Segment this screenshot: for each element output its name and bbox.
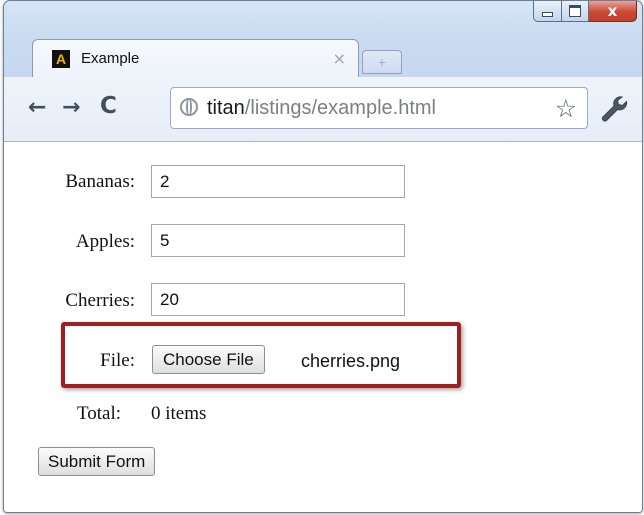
cherries-label: Cherries: xyxy=(65,290,135,311)
tab-example[interactable]: A Example × xyxy=(32,39,359,78)
minimize-icon xyxy=(542,11,553,17)
forward-arrow-icon[interactable]: → xyxy=(62,97,80,119)
globe-icon xyxy=(180,98,198,116)
choose-file-button[interactable]: Choose File xyxy=(152,345,265,374)
back-arrow-icon[interactable]: ← xyxy=(28,97,46,119)
tab-title: Example xyxy=(81,50,140,67)
page-content: Bananas: 2 Apples: 5 Cherries: 20 File: … xyxy=(4,142,642,512)
browser-window: x A Example × + ← → C titan/listings/exa… xyxy=(3,0,643,513)
file-label: File: xyxy=(100,350,135,371)
wrench-icon[interactable] xyxy=(598,93,628,123)
reload-icon[interactable]: C xyxy=(100,95,117,118)
maximize-button[interactable] xyxy=(562,1,589,22)
cherries-input[interactable]: 20 xyxy=(151,283,405,316)
address-bar[interactable]: titan/listings/example.html ☆ xyxy=(170,87,588,129)
url-text[interactable]: titan/listings/example.html xyxy=(207,97,436,120)
url-host: titan xyxy=(207,97,245,119)
apples-input[interactable]: 5 xyxy=(151,224,405,257)
total-value: 0 items xyxy=(151,403,207,424)
maximize-icon xyxy=(569,5,581,17)
selected-file-name: cherries.png xyxy=(301,351,401,371)
bananas-input[interactable]: 2 xyxy=(151,165,405,198)
plus-icon: + xyxy=(377,54,387,70)
url-path: /listings/example.html xyxy=(244,97,436,119)
bookmark-star-icon[interactable]: ☆ xyxy=(555,94,577,123)
close-window-button[interactable]: x xyxy=(589,1,637,22)
submit-form-button[interactable]: Submit Form xyxy=(38,447,156,476)
new-tab-button[interactable]: + xyxy=(362,50,402,74)
apples-label: Apples: xyxy=(75,231,135,252)
bananas-label: Bananas: xyxy=(65,171,135,192)
close-icon: x xyxy=(607,1,618,20)
window-caption-buttons: x xyxy=(533,1,637,22)
total-label: Total: xyxy=(77,403,122,424)
minimize-button[interactable] xyxy=(533,1,562,22)
browser-toolbar: ← → C titan/listings/example.html ☆ xyxy=(4,77,642,142)
favicon-icon: A xyxy=(52,50,70,68)
tab-close-icon[interactable]: × xyxy=(333,49,346,68)
